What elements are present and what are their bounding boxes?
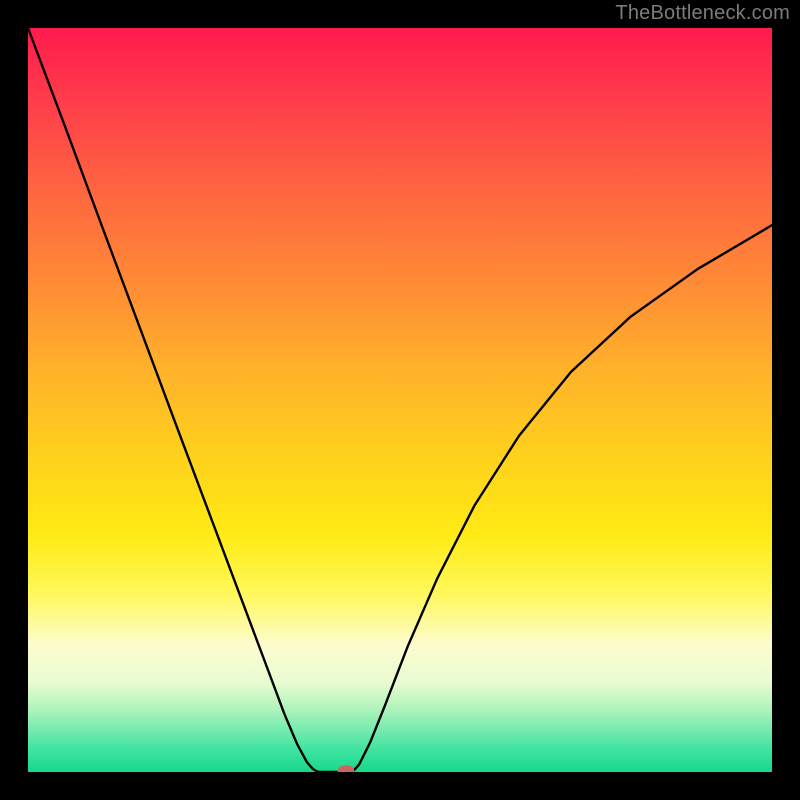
plot-area	[28, 28, 772, 772]
bottleneck-curve	[28, 28, 772, 772]
watermark-text: TheBottleneck.com	[615, 2, 790, 25]
chart-outer-frame: TheBottleneck.com	[0, 0, 800, 800]
optimum-marker	[338, 766, 355, 773]
